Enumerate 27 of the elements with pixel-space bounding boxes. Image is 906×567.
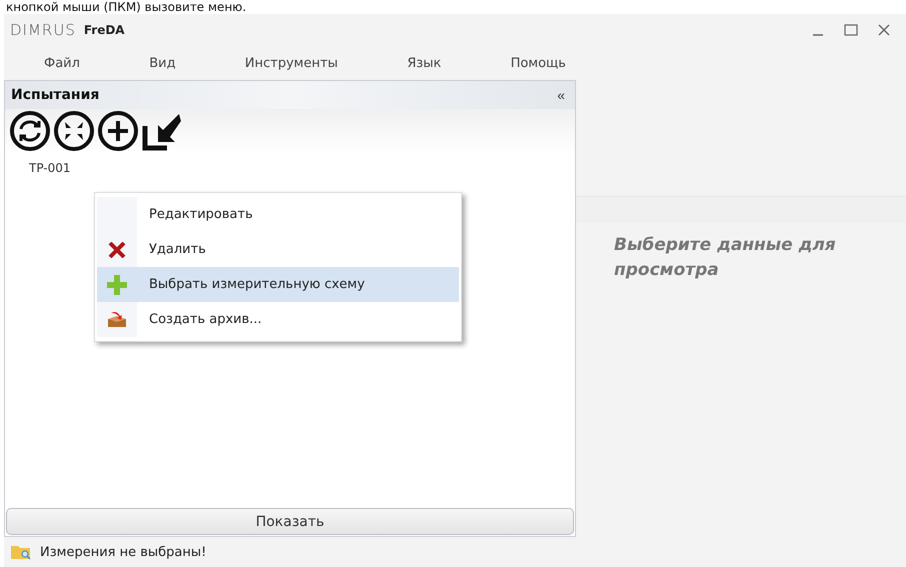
menu-item[interactable]: Файл — [44, 56, 80, 70]
context-menu-item[interactable]: Выбрать измерительную схему — [97, 267, 459, 302]
logo: DIMRUS — [10, 21, 76, 39]
menu-item[interactable]: Язык — [407, 56, 442, 70]
context-menu-item[interactable]: Создать архив... — [97, 302, 459, 337]
refresh-icon[interactable] — [9, 110, 51, 152]
viewer-message: Выберите данные для просмотра — [614, 235, 836, 280]
status-text: Измерения не выбраны! — [40, 544, 206, 560]
instruction-text: кнопкой мыши (ПКМ) вызовите меню. — [5, 0, 248, 14]
collapse-icon[interactable] — [53, 110, 95, 152]
close-icon[interactable] — [878, 24, 890, 36]
add-icon[interactable] — [97, 110, 139, 152]
show-button[interactable]: Показать — [6, 508, 574, 535]
folder-search-icon — [10, 544, 32, 560]
menu-item[interactable]: Инструменты — [244, 56, 338, 70]
collapse-button[interactable]: « — [557, 87, 565, 103]
maximize-icon[interactable] — [844, 24, 858, 36]
window-title: FreDA — [84, 23, 125, 37]
plus-icon — [107, 274, 127, 294]
menu-item[interactable]: Вид — [149, 56, 176, 70]
tree-item[interactable]: TP-001 — [27, 161, 73, 175]
x-icon — [108, 242, 126, 258]
box-icon — [107, 310, 127, 328]
panel-title: Испытания — [11, 87, 100, 103]
context-menu-item[interactable]: Удалить — [97, 232, 459, 267]
menu-item[interactable]: Помощь — [510, 56, 566, 70]
context-menu-item[interactable]: Редактировать — [97, 197, 459, 232]
